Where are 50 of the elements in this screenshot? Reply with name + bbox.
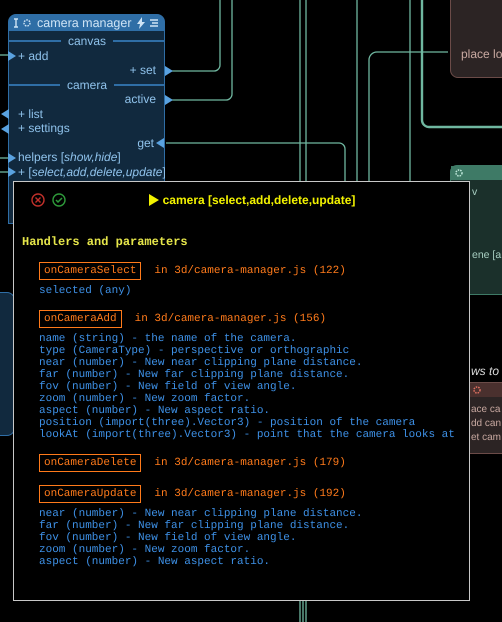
parameter-text: name (string) - the name of the camera.: [39, 333, 298, 345]
node-label: ace ca: [470, 403, 502, 417]
close-icon[interactable]: [31, 193, 45, 207]
gear-icon: [472, 385, 482, 395]
port-label: + set: [130, 63, 156, 78]
port-label: + [select,add,delete,update]: [18, 164, 166, 179]
node-label: dd can: [470, 417, 502, 431]
handler-name: onCameraDelete: [39, 454, 142, 472]
handler-location: in 3d/camera-manager.js (179): [154, 457, 346, 469]
handler-name: onCameraUpdate: [39, 485, 142, 503]
handler-location: in 3d/camera-manager.js (122): [154, 265, 346, 277]
parameter-text: near (number) - New near clipping plane distance.: [39, 357, 364, 369]
port-label: + list: [18, 106, 44, 121]
port-label: + add: [18, 48, 48, 63]
handler-location: in 3d/camera-manager.js (192): [154, 488, 346, 500]
node-label: et cam: [470, 431, 502, 445]
popup-title: camera [select,add,delete,update]: [162, 193, 356, 207]
parameter-text: type (CameraType) - perspective or orthographic: [39, 345, 350, 357]
node-label: ene [a: [471, 249, 502, 261]
node-title: camera manager: [37, 16, 132, 30]
port-label: helpers [show,hide]: [18, 150, 121, 164]
parameter-text: aspect (number) - New aspect ratio.: [39, 556, 272, 568]
port-label: active: [124, 92, 156, 106]
node-label: v: [471, 186, 478, 198]
bolt-icon[interactable]: [136, 16, 146, 28]
parameter-text: aspect (number) - New aspect ratio.: [39, 405, 272, 417]
parameter-text: fov (number) - New field of view angle.: [39, 532, 298, 544]
node-label: place lo: [461, 47, 502, 61]
parameter-text: position (import(three).Vector3) - position of the camera: [39, 417, 416, 429]
handler-name: onCameraSelect: [39, 262, 142, 280]
list-icon[interactable]: [149, 16, 159, 28]
parameter-text: far (number) - New far clipping plane distance.: [39, 369, 350, 381]
section-heading: Handlers and parameters: [22, 235, 189, 249]
parameter-text: zoom (number) - New zoom factor.: [39, 544, 252, 556]
gear-icon: [454, 168, 464, 178]
parameter-text: near (number) - New near clipping plane distance.: [39, 508, 364, 520]
play-icon: [148, 194, 159, 206]
input-port-icon[interactable]: [8, 51, 16, 61]
confirm-icon[interactable]: [52, 193, 66, 207]
parameter-text: zoom (number) - New zoom factor.: [39, 393, 252, 405]
caption-text: ws to: [471, 364, 500, 378]
parameter-text: fov (number) - New field of view angle.: [39, 381, 298, 393]
port-label: + settings: [18, 121, 70, 136]
parameter-text: lookAt (import(three).Vector3) - point that the camera looks at: [39, 429, 456, 441]
input-port-icon[interactable]: [156, 138, 164, 148]
parameter-text: selected (any): [39, 285, 132, 297]
parameter-text: far (number) - New far clipping plane distance.: [39, 520, 350, 532]
port-label: get: [137, 136, 154, 150]
handler-location: in 3d/camera-manager.js (156): [134, 313, 326, 325]
handler-name: onCameraAdd: [39, 310, 122, 328]
